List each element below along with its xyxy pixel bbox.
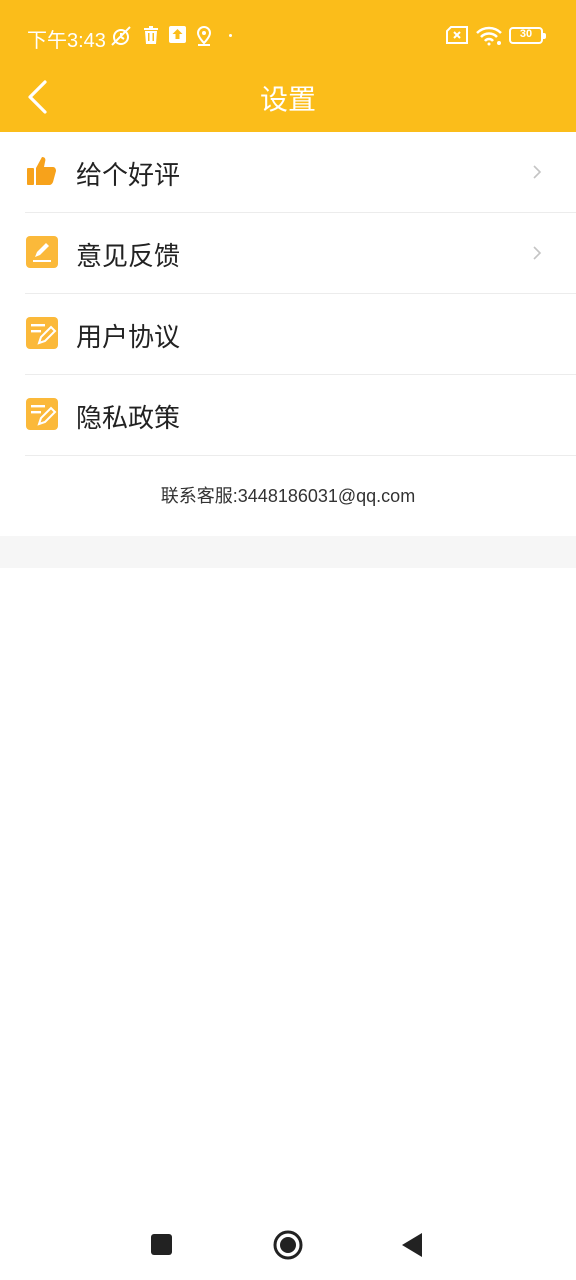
menu-item-label: 隐私政策 [76,404,181,434]
system-nav-bar [0,1220,576,1270]
muted-alarm-icon [109,26,133,50]
home-button[interactable] [263,1220,313,1270]
trash-icon [143,26,159,48]
settings-list: 给个好评 意见反馈 用户协议 隐私政策 [0,132,576,456]
battery-level: 30 [519,28,533,40]
battery-icon: 30 [509,27,546,44]
system-back-button[interactable] [389,1220,439,1270]
upload-icon [169,26,186,47]
menu-item-label: 给个好评 [76,161,181,191]
menu-item-label: 意见反馈 [76,242,181,272]
contact-support-text: 联系客服:3448186031@qq.com [160,486,416,506]
recents-icon [151,1234,172,1255]
page-title: 设置 [259,83,316,116]
home-icon [273,1230,303,1260]
document-pen-icon [25,316,59,350]
app-header: 下午3:43 30 设置 [0,0,576,132]
menu-item-label: 用户协议 [76,323,181,353]
section-divider [0,536,576,568]
recents-button[interactable] [137,1220,187,1270]
nav-bar: 设置 [0,70,576,132]
back-icon [402,1233,422,1257]
menu-item-rate[interactable]: 给个好评 [25,132,576,213]
status-time: 下午3:43 [27,30,106,52]
menu-item-user-agreement[interactable]: 用户协议 [25,294,576,375]
location-icon [196,25,212,50]
edit-note-icon [25,235,59,269]
thumbs-up-icon [25,154,59,188]
chevron-right-icon [532,164,542,180]
document-pen-icon [25,397,59,431]
chevron-right-icon [532,245,542,261]
wifi-icon [476,26,502,50]
menu-item-privacy-policy[interactable]: 隐私政策 [25,375,576,456]
status-bar: 下午3:43 30 [0,0,576,70]
menu-item-feedback[interactable]: 意见反馈 [25,213,576,294]
sim-error-icon [446,26,468,48]
notification-dot [229,34,232,37]
